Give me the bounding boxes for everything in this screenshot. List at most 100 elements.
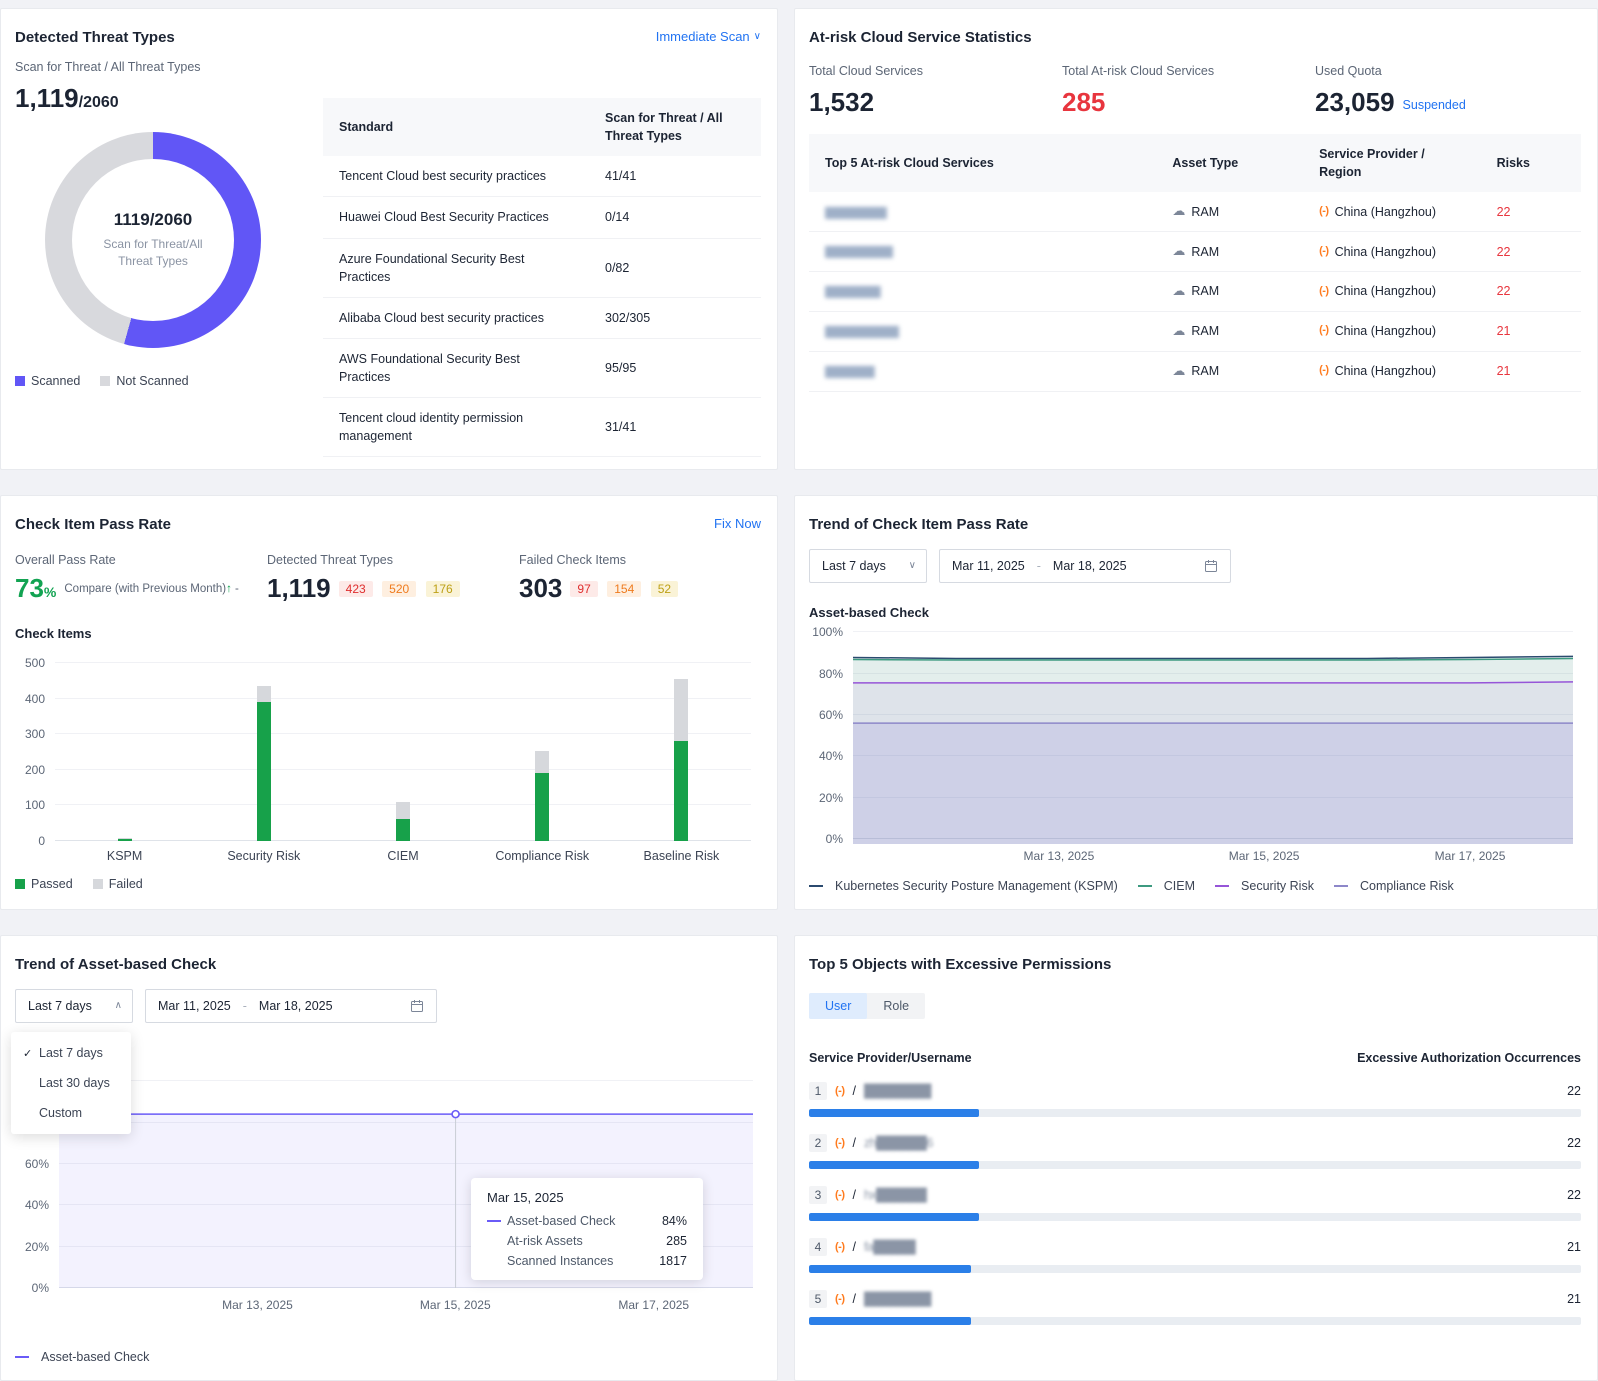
occurrence-bar	[809, 1265, 1581, 1273]
rank-badge: 2	[809, 1134, 827, 1152]
prev-page-icon[interactable]: ‹	[706, 469, 711, 470]
redacted-service-name[interactable]: ██████████	[825, 208, 886, 219]
bar-group	[612, 663, 751, 841]
redacted-service-name[interactable]: ████████████	[825, 327, 898, 338]
risk-count: 22	[1481, 233, 1581, 271]
table-row: ████████ ☁RAM (-)China (Hangzhou) 21	[809, 352, 1581, 392]
check-icon: ✓	[23, 1047, 39, 1060]
table-row: ██████████ ☁RAM (-)China (Hangzhou) 22	[809, 192, 1581, 232]
check-items-label: Check Items	[15, 626, 761, 641]
tab-user[interactable]: User	[809, 993, 867, 1019]
panel-title: Trend of Check Item Pass Rate	[809, 516, 1028, 533]
x-tick-label: Mar 13, 2025	[1024, 849, 1095, 863]
bar-y-axis: 0100200300400500	[15, 663, 55, 841]
panel-at-risk-cloud-services: At-risk Cloud Service Statistics Total C…	[794, 8, 1598, 470]
donut-center-label: Scan for Threat/All Threat Types	[88, 236, 218, 271]
y-tick-label: 200	[25, 763, 45, 777]
table-row: Alibaba Cloud best security practices 30…	[323, 298, 761, 339]
redacted-service-name[interactable]: █████████	[825, 287, 880, 298]
legend-scanned: Scanned	[15, 374, 80, 388]
table-header-row: Standard Scan for Threat / All Threat Ty…	[323, 98, 761, 156]
immediate-scan-label: Immediate Scan	[656, 29, 750, 44]
date-to: Mar 18, 2025	[259, 999, 333, 1013]
legend-item: Kubernetes Security Posture Management (…	[809, 879, 1118, 893]
cloud-icon: ☁	[1172, 322, 1185, 341]
date-range-preset-select[interactable]: Last 7 days ∨	[809, 549, 927, 583]
chart-controls: Last 7 days ∧ Mar 11, 2025 - Mar 18, 202…	[15, 989, 761, 1023]
calendar-icon	[1204, 559, 1218, 573]
asset-based-check-label: Asset-based Check	[809, 605, 1581, 620]
stat-used-quota: Used Quota 23,059Suspended	[1315, 64, 1568, 118]
compare-previous-month: Compare (with Previous Month)↑ -	[64, 583, 239, 595]
col-provider-region: Service Provider / Region	[1303, 134, 1481, 192]
table-row: AWS Foundational Security Best Practices…	[323, 339, 761, 398]
provider-icon: (-)	[835, 1137, 845, 1149]
slash-separator: /	[853, 1188, 856, 1202]
redacted-service-name[interactable]: ███████████	[825, 247, 892, 258]
occurrence-bar	[809, 1317, 1581, 1325]
bar-group	[333, 663, 472, 841]
standards-table: Standard Scan for Threat / All Threat Ty…	[323, 98, 761, 470]
suspended-link[interactable]: Suspended	[1403, 98, 1466, 113]
y-tick-label: 60%	[819, 708, 843, 722]
redacted-username[interactable]: ████████	[864, 1292, 931, 1306]
date-range-picker[interactable]: Mar 11, 2025 - Mar 18, 2025	[145, 989, 437, 1023]
dropdown-option-custom[interactable]: Custom	[11, 1098, 131, 1128]
permissions-column-headers: Service Provider/Username Excessive Auth…	[809, 1051, 1581, 1065]
category-label: Security Risk	[194, 849, 333, 863]
x-tick-label: Mar 13, 2025	[222, 1298, 293, 1312]
scan-threat-stat-value: 1,119/2060	[15, 83, 317, 114]
col-asset-type: Asset Type	[1156, 143, 1303, 183]
trend-legend: Kubernetes Security Posture Management (…	[809, 879, 1581, 893]
y-tick-label: 40%	[819, 749, 843, 763]
fix-now-link[interactable]: Fix Now	[714, 516, 761, 531]
tab-role[interactable]: Role	[867, 993, 925, 1019]
next-page-icon[interactable]: ›	[756, 469, 761, 470]
at-risk-table: Top 5 At-risk Cloud Services Asset Type …	[809, 134, 1581, 391]
panel-trend-asset-based-check: Trend of Asset-based Check Last 7 days ∧…	[0, 935, 778, 1381]
redacted-username[interactable]: ████████	[864, 1084, 931, 1098]
date-range-picker[interactable]: Mar 11, 2025 - Mar 18, 2025	[939, 549, 1231, 583]
low-severity-badge: 176	[426, 581, 460, 597]
immediate-scan-link[interactable]: Immediate Scan ∨	[656, 29, 761, 44]
bar-segment-passed	[535, 773, 549, 841]
range-separator: -	[243, 999, 247, 1013]
swatch-icon	[93, 879, 103, 889]
date-range-preset-select-open[interactable]: Last 7 days ∧	[15, 989, 133, 1023]
provider-icon: (-)	[1319, 244, 1329, 260]
redacted-username[interactable]: zh██████6	[864, 1136, 933, 1150]
range-dropdown-menu: ✓ Last 7 days Last 30 days Custom	[11, 1032, 131, 1134]
donut-legend: Scanned Not Scanned	[15, 374, 317, 388]
panel-detected-threat-types: Detected Threat Types Immediate Scan ∨ S…	[0, 8, 778, 470]
up-arrow-icon: ↑	[226, 583, 232, 595]
dropdown-option-last-7-days[interactable]: ✓ Last 7 days	[11, 1038, 131, 1068]
category-label: Baseline Risk	[612, 849, 751, 863]
category-label: CIEM	[333, 849, 472, 863]
occurrence-bar	[809, 1213, 1581, 1221]
bar-segment-failed	[257, 686, 271, 702]
occurrence-bar-fill	[809, 1109, 979, 1117]
x-tick-label: Mar 15, 2025	[420, 1298, 491, 1312]
table-row: Tencent cloud identity permission manage…	[323, 398, 761, 457]
permission-row: 3 (-) / hx██████ 22	[809, 1186, 1581, 1221]
dropdown-option-last-30-days[interactable]: Last 30 days	[11, 1068, 131, 1098]
line-y-axis: 0%20%40%60%80%100%	[813, 632, 853, 839]
redacted-username[interactable]: fa█████	[864, 1240, 915, 1254]
slash-separator: /	[853, 1084, 856, 1098]
col-top5-services: Top 5 At-risk Cloud Services	[809, 143, 1156, 183]
permission-row: 4 (-) / fa█████ 21	[809, 1238, 1581, 1273]
stat-total-cloud-services: Total Cloud Services 1,532	[809, 64, 1062, 118]
col-standard: Standard	[323, 107, 589, 147]
table-row: ███████████ ☁RAM (-)China (Hangzhou) 22	[809, 232, 1581, 272]
redacted-username[interactable]: hx██████	[864, 1188, 926, 1202]
panel-title: Check Item Pass Rate	[15, 516, 171, 533]
pagination: ‹ 1/3 ›	[706, 469, 761, 470]
detected-threat-types-stat: Detected Threat Types 1,119 423 520 176	[267, 553, 519, 604]
tooltip-row: At-risk Assets 285	[487, 1234, 687, 1248]
table-footer: Total: 16 ‹ 1/3 ›	[323, 469, 761, 470]
redacted-service-name[interactable]: ████████	[825, 367, 874, 378]
range-separator: -	[1037, 559, 1041, 573]
chart-tooltip: Mar 15, 2025 Asset-based Check 84% At-ri…	[471, 1178, 703, 1280]
bar-segment-passed	[118, 839, 132, 841]
panel-title: Trend of Asset-based Check	[15, 956, 216, 973]
